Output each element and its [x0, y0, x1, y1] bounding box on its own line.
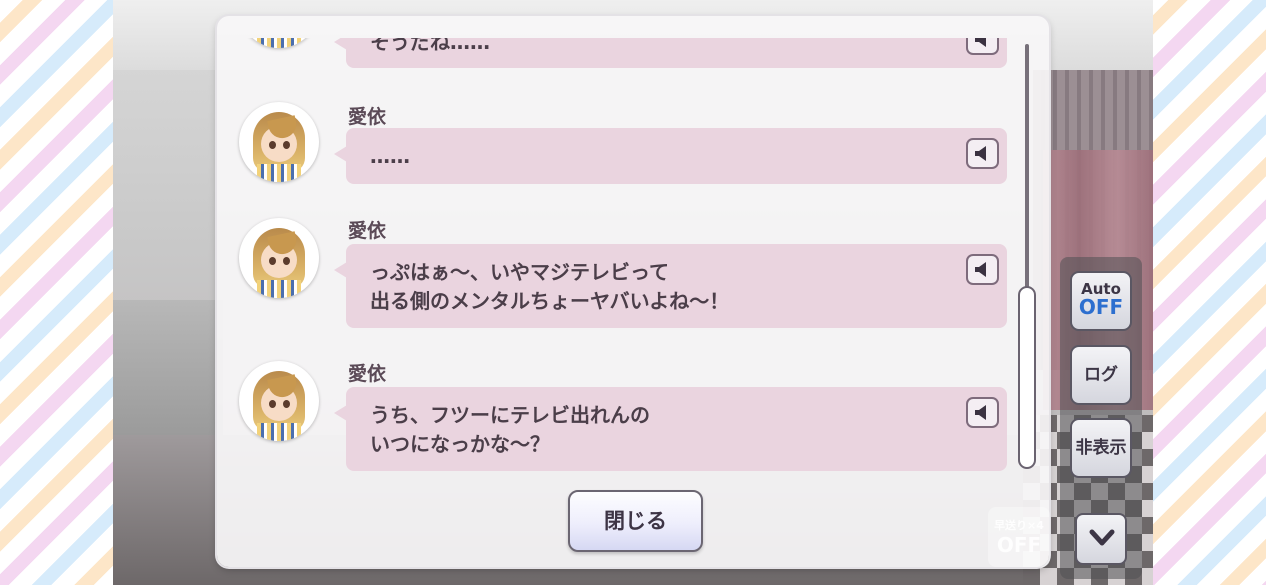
backlog-dialog: そうだね…… 愛依 …… 愛依 っぷはぁ～、いやマジテレビって 出る側のメンタル…	[217, 16, 1049, 567]
auto-state: OFF	[1078, 295, 1124, 319]
character-avatar	[239, 102, 319, 182]
speaker-name: 愛依	[348, 220, 387, 242]
hide-ui-button[interactable]: 非表示	[1070, 418, 1132, 478]
speaker-icon	[975, 146, 986, 161]
speaker-icon	[975, 405, 986, 420]
dialogue-bubble: ……	[334, 128, 1007, 184]
dialogue-line: 出る側のメンタルちょーヤバいよね～！	[370, 289, 730, 313]
fast-forward-button[interactable]: 早送り×4 OFF	[988, 507, 1050, 567]
character-avatar	[239, 218, 319, 298]
hide-button-label: 非表示	[1075, 438, 1127, 458]
speed-label: 早送り×4	[994, 519, 1044, 532]
speaker-icon	[975, 262, 986, 277]
speaker-name: 愛依	[348, 106, 387, 128]
dialogue-line: っぷはぁ～、いやマジテレビって	[370, 260, 669, 284]
dialogue-bubble: そうだね……	[334, 38, 1007, 68]
close-button[interactable]: 閉じる	[568, 490, 703, 552]
dialogue-line: うち、フツーにテレビ出れんの	[370, 403, 650, 427]
dialogue-line: ……	[370, 144, 410, 168]
speaker-icon	[975, 38, 986, 47]
voice-play-button[interactable]	[966, 254, 999, 285]
character-avatar	[239, 38, 319, 48]
scrollbar-thumb[interactable]	[1018, 286, 1036, 469]
dialogue-bubble: うち、フツーにテレビ出れんの いつになっかな～？	[334, 387, 1007, 471]
character-avatar	[239, 361, 319, 441]
log-button-label: ログ	[1084, 365, 1118, 385]
backlog-list[interactable]: そうだね…… 愛依 …… 愛依 っぷはぁ～、いやマジテレビって 出る側のメンタル…	[217, 38, 1049, 490]
voice-play-button[interactable]	[966, 138, 999, 169]
voice-play-button[interactable]	[966, 38, 999, 55]
menu-collapse-button[interactable]	[1075, 513, 1127, 565]
dialogue-bubble: っぷはぁ～、いやマジテレビって 出る側のメンタルちょーヤバいよね～！	[334, 244, 1007, 328]
chevron-down-icon	[1089, 525, 1115, 557]
log-button[interactable]: ログ	[1070, 345, 1132, 405]
dialogue-line: そうだね……	[370, 38, 490, 54]
speaker-name: 愛依	[348, 363, 387, 385]
voice-play-button[interactable]	[966, 397, 999, 428]
auto-toggle-button[interactable]: Auto OFF	[1070, 271, 1132, 331]
speed-state: OFF	[996, 533, 1042, 557]
dialogue-line: いつになっかな～？	[370, 432, 550, 456]
